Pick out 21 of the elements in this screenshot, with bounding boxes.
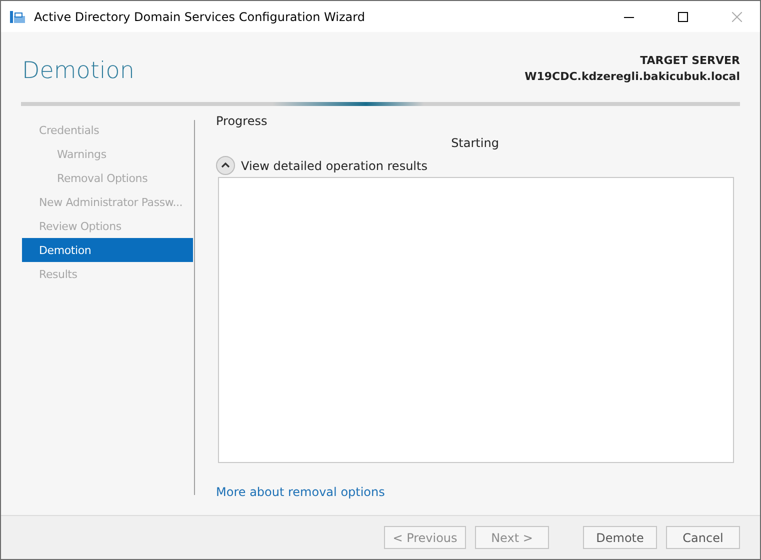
wizard-step[interactable]: New Administrator Passw... — [22, 190, 193, 214]
target-server-name: W19CDC.kdzeregli.bakicubuk.local — [524, 70, 740, 83]
wizard-button[interactable]: Cancel — [666, 526, 740, 549]
target-server-label: TARGET SERVER — [640, 54, 740, 67]
progress-heading: Progress — [216, 114, 268, 128]
wizard-step[interactable]: Demotion — [22, 238, 193, 262]
wizard-button[interactable]: Demote — [583, 526, 657, 549]
wizard-step[interactable]: Credentials — [22, 118, 193, 142]
app-icon — [10, 10, 26, 24]
wizard-step[interactable]: Warnings — [22, 142, 193, 166]
removal-options-link[interactable]: More about removal options — [216, 485, 385, 499]
maximize-icon — [678, 12, 688, 22]
page-title: Demotion — [22, 58, 134, 84]
close-icon — [732, 12, 742, 22]
collapse-icon[interactable] — [216, 156, 235, 175]
window-title: Active Directory Domain Services Configuration Wizard — [34, 10, 366, 24]
wizard-step[interactable]: Results — [22, 262, 193, 286]
details-label: View detailed operation results — [241, 158, 428, 172]
wizard-step[interactable]: Removal Options — [22, 166, 193, 190]
progress-status: Starting — [451, 136, 499, 150]
wizard-step[interactable]: Review Options — [22, 214, 193, 238]
